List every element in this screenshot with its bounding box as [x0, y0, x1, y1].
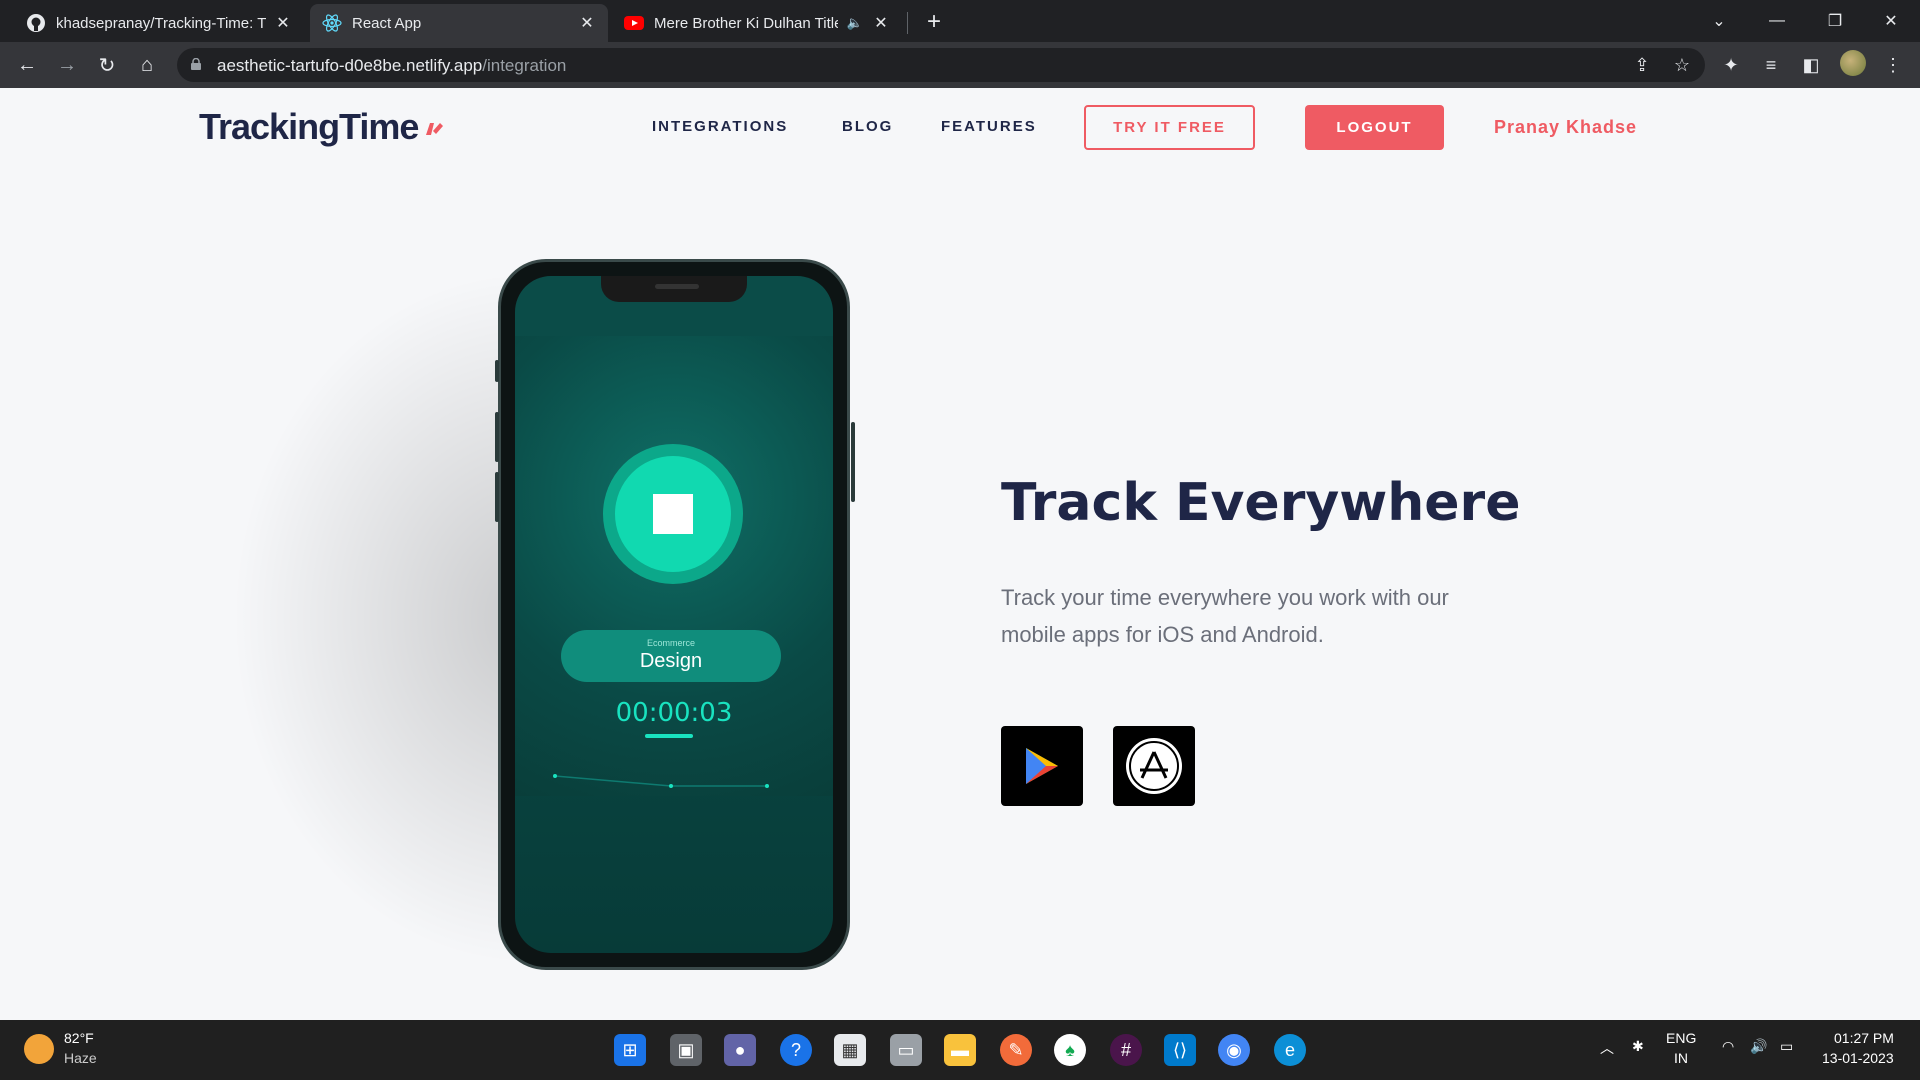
- volume-icon[interactable]: 🔊: [1750, 1038, 1767, 1055]
- help-icon[interactable]: ?: [780, 1034, 812, 1066]
- react-icon: [322, 13, 342, 33]
- speaker-grill: [655, 284, 699, 289]
- weather-temperature[interactable]: 82°F: [64, 1030, 94, 1046]
- phone-button: [495, 360, 499, 382]
- url-path: /integration: [482, 56, 567, 75]
- user-name-link[interactable]: Pranay Khadse: [1494, 117, 1637, 138]
- extensions-icon[interactable]: ✦: [1718, 52, 1744, 78]
- region-code[interactable]: IN: [1674, 1050, 1688, 1066]
- hero-description: Track your time everywhere you work with…: [1001, 585, 1449, 647]
- try-free-button[interactable]: TRY IT FREE: [1084, 105, 1255, 150]
- logout-button[interactable]: LOGOUT: [1305, 105, 1444, 150]
- minimize-icon[interactable]: —: [1748, 0, 1806, 42]
- chrome-icon[interactable]: ◉: [1218, 1034, 1250, 1066]
- stop-icon: [653, 494, 693, 534]
- timer-display: 00:00:03: [615, 698, 733, 728]
- address-bar[interactable]: aesthetic-tartufo-d0e8be.netlify.app/int…: [177, 48, 1705, 82]
- logo-text: TrackingTime: [199, 106, 419, 147]
- task-category: Ecommerce: [646, 638, 695, 648]
- wifi-icon[interactable]: ◠: [1722, 1038, 1734, 1055]
- phone-button: [495, 472, 499, 522]
- chat-icon[interactable]: ●: [724, 1034, 756, 1066]
- profile-avatar[interactable]: [1840, 50, 1866, 76]
- web-page: TrackingTime INTEGRATIONS BLOG FEATURES …: [0, 88, 1920, 1020]
- side-panel-icon[interactable]: ◧: [1798, 52, 1824, 78]
- browser-tab-bar: khadsepranay/Tracking-Time: Tra ✕ React …: [0, 0, 1920, 42]
- back-icon[interactable]: ←: [12, 50, 42, 80]
- task-view-icon[interactable]: ▣: [670, 1034, 702, 1066]
- lock-icon: [191, 58, 201, 70]
- url-text: aesthetic-tartufo-d0e8be.netlify.app/int…: [217, 56, 566, 76]
- phone-shadow: [230, 268, 530, 968]
- battery-icon[interactable]: ▭: [1780, 1038, 1793, 1055]
- stop-button: [615, 456, 731, 572]
- media-control-icon[interactable]: ≡: [1758, 52, 1784, 78]
- youtube-icon: [624, 13, 644, 33]
- nav-integrations[interactable]: INTEGRATIONS: [652, 118, 788, 135]
- close-icon[interactable]: ✕: [578, 14, 596, 32]
- phone-button: [851, 422, 855, 502]
- star-icon[interactable]: ☆: [1671, 54, 1693, 76]
- phone-button: [495, 412, 499, 462]
- logo[interactable]: TrackingTime: [199, 106, 444, 148]
- file-explorer-icon[interactable]: ▬: [944, 1034, 976, 1066]
- phone-mockup: Ecommerce Design 00:00:03: [495, 259, 855, 970]
- language-code[interactable]: ENG: [1666, 1030, 1696, 1046]
- speaker-icon[interactable]: 🔈: [846, 14, 864, 32]
- chevron-up-icon[interactable]: ︿: [1600, 1038, 1614, 1058]
- postman-icon[interactable]: ✎: [1000, 1034, 1032, 1066]
- tab-youtube[interactable]: Mere Brother Ki Dulhan Title 🔈 ✕: [612, 4, 902, 42]
- new-tab-button[interactable]: +: [920, 8, 948, 36]
- timer-ring: [603, 444, 743, 584]
- mongodb-icon[interactable]: ♠: [1054, 1034, 1086, 1066]
- phone-screen: Ecommerce Design 00:00:03: [515, 276, 833, 953]
- menu-icon[interactable]: ⋮: [1880, 52, 1906, 78]
- google-play-button[interactable]: [1001, 726, 1083, 806]
- close-window-icon[interactable]: ✕: [1862, 0, 1920, 42]
- github-icon: [26, 13, 46, 33]
- home-icon[interactable]: ⌂: [132, 50, 162, 80]
- tab-title: React App: [352, 14, 422, 32]
- task-name: Design: [639, 650, 703, 672]
- tab-title: Mere Brother Ki Dulhan Title: [654, 14, 838, 32]
- tab-github[interactable]: khadsepranay/Tracking-Time: Tra ✕: [14, 4, 304, 42]
- photos-icon[interactable]: ▭: [890, 1034, 922, 1066]
- forward-icon[interactable]: →: [52, 50, 82, 80]
- nav-features[interactable]: FEATURES: [941, 118, 1037, 135]
- google-play-icon: [1026, 748, 1058, 784]
- tab-react-app[interactable]: React App ✕: [310, 4, 608, 42]
- start-icon[interactable]: ⊞: [614, 1034, 646, 1066]
- slack-icon[interactable]: #: [1110, 1034, 1142, 1066]
- close-icon[interactable]: ✕: [872, 14, 890, 32]
- weather-icon[interactable]: [24, 1034, 54, 1064]
- share-icon[interactable]: ⇪: [1631, 54, 1653, 76]
- edge-icon[interactable]: e: [1274, 1034, 1306, 1066]
- chevron-down-icon[interactable]: ⌄: [1690, 0, 1748, 42]
- phone-notch: [601, 276, 747, 302]
- nav-blog[interactable]: BLOG: [842, 118, 893, 135]
- app-store-icon: [1126, 738, 1182, 794]
- store-icon[interactable]: ▦: [834, 1034, 866, 1066]
- bluetooth-icon[interactable]: ✱: [1632, 1038, 1644, 1055]
- restore-icon[interactable]: ❐: [1806, 0, 1864, 42]
- windows-taskbar: 82°F Haze ⊞ ▣ ● ? ▦ ▭ ▬ ✎ ♠ # ⟨⟩ ◉ e ︿ ✱…: [0, 1020, 1920, 1080]
- logo-mark-icon: [426, 123, 444, 135]
- vscode-icon[interactable]: ⟨⟩: [1164, 1034, 1196, 1066]
- close-icon[interactable]: ✕: [274, 14, 292, 32]
- timer-underline: [645, 734, 693, 738]
- browser-toolbar: ← → ↻ ⌂ aesthetic-tartufo-d0e8be.netlify…: [0, 42, 1920, 88]
- clock-date[interactable]: 13-01-2023: [1822, 1050, 1894, 1066]
- timer-panel: Ecommerce Design 00:00:03: [515, 336, 833, 796]
- reload-icon[interactable]: ↻: [92, 50, 122, 80]
- hero-title: Track Everywhere: [1001, 473, 1521, 533]
- clock-time[interactable]: 01:27 PM: [1834, 1030, 1894, 1046]
- task-pill: Ecommerce Design: [561, 630, 781, 682]
- weather-condition[interactable]: Haze: [64, 1050, 97, 1066]
- activity-graph: [553, 774, 769, 788]
- tab-divider: [907, 12, 908, 34]
- tab-title: khadsepranay/Tracking-Time: Tra: [56, 14, 266, 32]
- url-host: aesthetic-tartufo-d0e8be.netlify.app: [217, 56, 483, 75]
- app-store-button[interactable]: [1113, 726, 1195, 806]
